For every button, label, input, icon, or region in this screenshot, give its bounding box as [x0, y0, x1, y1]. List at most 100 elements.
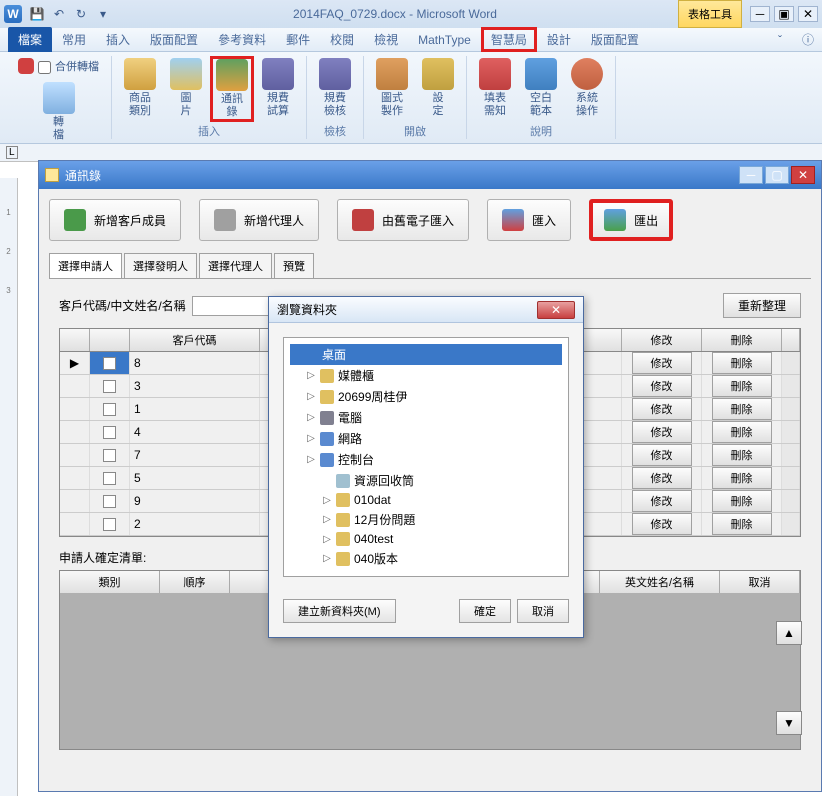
dialog-minimize-button[interactable]: ─: [739, 166, 763, 184]
expand-icon[interactable]: ▷: [306, 412, 316, 423]
refresh-button[interactable]: 重新整理: [723, 293, 801, 318]
row-checkbox[interactable]: [103, 426, 116, 439]
col-edit[interactable]: 修改: [622, 329, 702, 351]
tab-home[interactable]: 常用: [52, 27, 96, 52]
tab-applicant[interactable]: 選擇申請人: [49, 253, 122, 278]
tree-node[interactable]: ▷040版本: [290, 548, 562, 569]
tab-layout2[interactable]: 版面配置: [581, 27, 649, 52]
col-category[interactable]: 類別: [60, 571, 160, 593]
add-agent-button[interactable]: 新增代理人: [199, 199, 319, 241]
tab-view[interactable]: 檢視: [364, 27, 408, 52]
tree-node[interactable]: ▷12月份問題: [290, 509, 562, 530]
row-checkbox[interactable]: [103, 357, 116, 370]
delete-button[interactable]: 刪除: [712, 375, 772, 397]
row-checkbox[interactable]: [103, 380, 116, 393]
col-code[interactable]: 客戶代碼: [130, 329, 260, 351]
system-op-button[interactable]: 系統 操作: [565, 56, 609, 120]
expand-icon[interactable]: ▷: [306, 433, 316, 444]
figure-make-button[interactable]: 圖式 製作: [370, 56, 414, 120]
restore-button[interactable]: ▣: [774, 6, 794, 22]
cancel-button[interactable]: 取消: [517, 599, 569, 623]
expand-icon[interactable]: ▷: [306, 454, 316, 465]
tree-node[interactable]: ▷20699周桂伊: [290, 386, 562, 407]
ok-button[interactable]: 確定: [459, 599, 511, 623]
vertical-ruler[interactable]: 123: [0, 178, 18, 796]
contacts-dialog-titlebar[interactable]: 通訊錄 ─ ▢ ✕: [39, 161, 821, 189]
new-folder-button[interactable]: 建立新資料夾(M): [283, 599, 396, 623]
tab-inventor[interactable]: 選擇發明人: [124, 253, 197, 278]
ribbon-minimize-icon[interactable]: ˇ: [778, 33, 782, 47]
save-icon[interactable]: 💾: [28, 5, 46, 23]
tab-references[interactable]: 參考資料: [208, 27, 276, 52]
contacts-button[interactable]: 通訊 錄: [210, 56, 254, 122]
tab-preview[interactable]: 預覽: [274, 253, 314, 278]
move-up-button[interactable]: ▲: [776, 621, 802, 645]
edit-button[interactable]: 修改: [632, 490, 692, 512]
tab-insert[interactable]: 插入: [96, 27, 140, 52]
row-checkbox[interactable]: [103, 449, 116, 462]
col-rowhdr[interactable]: [60, 329, 90, 351]
delete-button[interactable]: 刪除: [712, 398, 772, 420]
tree-node[interactable]: ▷網路: [290, 428, 562, 449]
qat-more-icon[interactable]: ▾: [94, 5, 112, 23]
fee-calc-button[interactable]: 規費 試算: [256, 56, 300, 122]
browse-close-button[interactable]: ✕: [537, 301, 575, 319]
tab-design[interactable]: 設計: [537, 27, 581, 52]
col-ename[interactable]: 英文姓名/名稱: [600, 571, 720, 593]
dialog-maximize-button[interactable]: ▢: [765, 166, 789, 184]
tab-agent[interactable]: 選擇代理人: [199, 253, 272, 278]
col-order[interactable]: 順序: [160, 571, 230, 593]
tree-node[interactable]: ▷媒體櫃: [290, 365, 562, 386]
delete-button[interactable]: 刪除: [712, 444, 772, 466]
edit-button[interactable]: 修改: [632, 421, 692, 443]
edit-button[interactable]: 修改: [632, 444, 692, 466]
form-info-button[interactable]: 填表 需知: [473, 56, 517, 120]
table-tools-tab[interactable]: 表格工具: [678, 0, 742, 28]
move-down-button[interactable]: ▼: [776, 711, 802, 735]
folder-tree[interactable]: 桌面▷媒體櫃▷20699周桂伊▷電腦▷網路▷控制台資源回收筒▷010dat▷12…: [283, 337, 569, 577]
expand-icon[interactable]: ▷: [322, 514, 332, 525]
col-del[interactable]: 刪除: [702, 329, 782, 351]
merge-checkbox[interactable]: [38, 61, 51, 74]
edit-button[interactable]: 修改: [632, 352, 692, 374]
tab-layout[interactable]: 版面配置: [140, 27, 208, 52]
row-checkbox[interactable]: [103, 518, 116, 531]
convert-button[interactable]: 合併轉檔 轉 檔: [12, 56, 105, 144]
add-customer-button[interactable]: 新增客戶成員: [49, 199, 181, 241]
delete-button[interactable]: 刪除: [712, 352, 772, 374]
delete-button[interactable]: 刪除: [712, 467, 772, 489]
col-check[interactable]: [90, 329, 130, 351]
redo-icon[interactable]: ↻: [72, 5, 90, 23]
tab-mathtype[interactable]: MathType: [408, 29, 481, 51]
help-icon[interactable]: ⓘ: [802, 31, 814, 48]
edit-button[interactable]: 修改: [632, 513, 692, 535]
edit-button[interactable]: 修改: [632, 398, 692, 420]
browse-titlebar[interactable]: 瀏覽資料夾 ✕: [269, 297, 583, 323]
tab-tipo[interactable]: 智慧局: [481, 27, 537, 52]
tree-node[interactable]: ▷控制台: [290, 449, 562, 470]
import-button[interactable]: 匯入: [487, 199, 571, 241]
dialog-close-button[interactable]: ✕: [791, 166, 815, 184]
product-category-button[interactable]: 商品 類別: [118, 56, 162, 122]
row-checkbox[interactable]: [103, 495, 116, 508]
image-button[interactable]: 圖 片: [164, 56, 208, 122]
tree-node[interactable]: ▷電腦: [290, 407, 562, 428]
tree-node[interactable]: ▷010dat: [290, 491, 562, 509]
col-cancel[interactable]: 取消: [720, 571, 800, 593]
delete-button[interactable]: 刪除: [712, 513, 772, 535]
row-checkbox[interactable]: [103, 403, 116, 416]
expand-icon[interactable]: ▷: [306, 391, 316, 402]
row-checkbox[interactable]: [103, 472, 116, 485]
tab-file[interactable]: 檔案: [8, 27, 52, 52]
close-button[interactable]: ✕: [798, 6, 818, 22]
minimize-button[interactable]: ─: [750, 6, 770, 22]
undo-icon[interactable]: ↶: [50, 5, 68, 23]
blank-template-button[interactable]: 空白 範本: [519, 56, 563, 120]
expand-icon[interactable]: ▷: [322, 534, 332, 545]
settings-button[interactable]: 設 定: [416, 56, 460, 120]
import-old-button[interactable]: 由舊電子匯入: [337, 199, 469, 241]
delete-button[interactable]: 刪除: [712, 421, 772, 443]
expand-icon[interactable]: ▷: [322, 495, 332, 506]
tab-review[interactable]: 校閱: [320, 27, 364, 52]
tree-node[interactable]: ▷040test: [290, 530, 562, 548]
